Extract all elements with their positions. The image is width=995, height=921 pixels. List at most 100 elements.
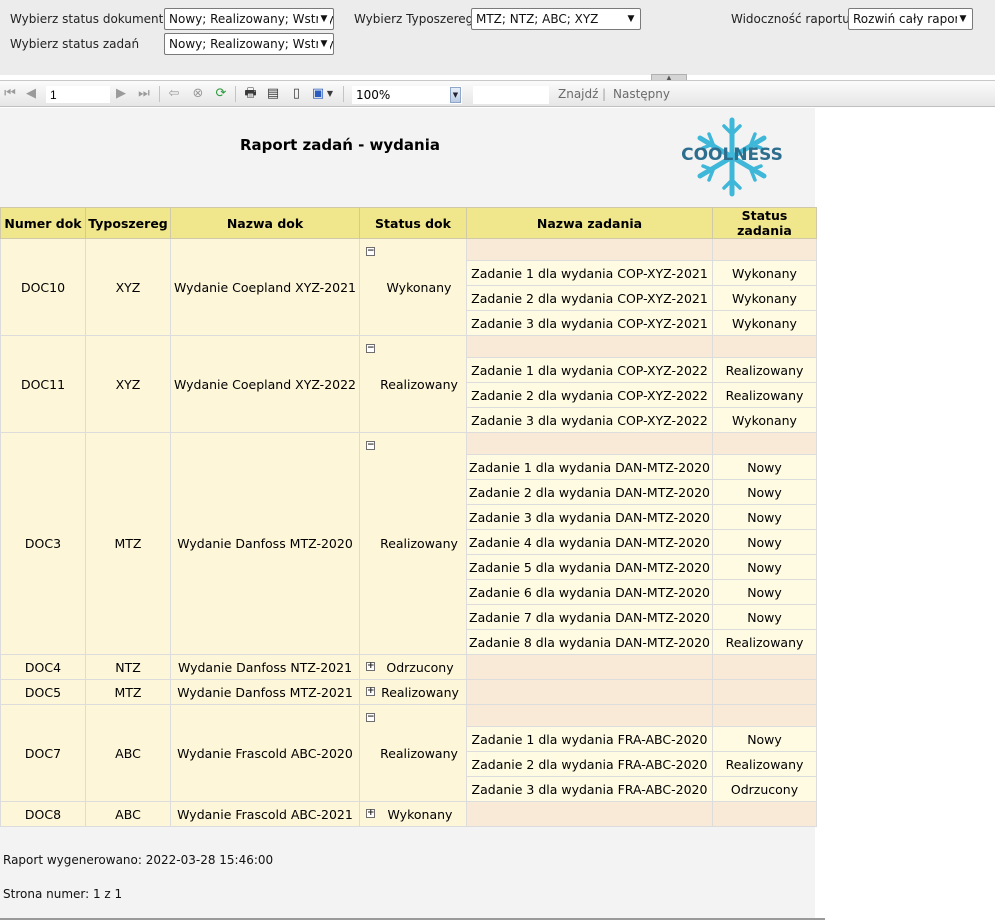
task-status-cell: Realizowany — [712, 629, 817, 655]
next-link[interactable]: Następny — [613, 86, 670, 102]
toolbar-divider — [343, 86, 344, 102]
collapse-toggle-icon[interactable]: − — [366, 247, 375, 256]
previous-page-icon[interactable]: ◀ — [24, 85, 38, 103]
collapse-toggle-icon[interactable]: − — [366, 441, 375, 450]
table-row: DOC5 MTZ Wydanie Danfoss MTZ-2021 + Real… — [0, 679, 817, 705]
parameter-area: Wybierz status dokumentu Nowy; Realizowa… — [0, 0, 995, 75]
doc-series-cell: ABC — [85, 704, 171, 802]
col-header-series[interactable]: Typoszereg — [85, 207, 171, 239]
task-status-cell: Nowy — [712, 554, 817, 580]
task-name-cell: Zadanie 4 dla wydania DAN-MTZ-2020 — [466, 529, 713, 555]
task-status-cell: Nowy — [712, 529, 817, 555]
chevron-down-icon[interactable]: ▼ — [326, 85, 334, 103]
toolbar-link-separator: | — [602, 87, 607, 101]
doc-status-text: Wykonany — [386, 279, 452, 295]
doc-status-text: Wykonany — [387, 806, 453, 822]
doc-name-cell: Wydanie Coepland XYZ-2022 — [170, 335, 360, 433]
zoom-dropdown[interactable]: 100% ▼ — [352, 86, 462, 104]
col-header-task-status[interactable]: Status zadania — [712, 207, 817, 239]
task-status-cell: Odrzucony — [712, 776, 817, 802]
series-value: MTZ; NTZ; ABC; XYZ — [476, 12, 599, 26]
task-name-cell: Zadanie 1 dla wydania COP-XYZ-2022 — [466, 357, 713, 383]
task-status-cell — [712, 432, 817, 455]
collapse-toggle-icon[interactable]: − — [366, 344, 375, 353]
task-name-cell — [466, 335, 713, 358]
col-header-doc-status[interactable]: Status dok — [359, 207, 467, 239]
chevron-down-icon: ▼ — [957, 9, 969, 29]
task-name-cell: Zadanie 3 dla wydania DAN-MTZ-2020 — [466, 504, 713, 530]
report-title: Raport zadań - wydania — [239, 136, 440, 154]
col-header-doc-name[interactable]: Nazwa dok — [170, 207, 360, 239]
task-status-cell: Realizowany — [712, 751, 817, 777]
doc-name-cell: Wydanie Frascold ABC-2020 — [170, 704, 360, 802]
task-status-cell: Nowy — [712, 479, 817, 505]
task-status-cell — [712, 801, 817, 827]
export-icon[interactable]: ▣ — [311, 85, 325, 103]
doc-status-cell: − Wykonany — [359, 238, 467, 336]
task-status-dropdown[interactable]: Nowy; Realizowany; Wstrzymany ▼ — [164, 33, 334, 55]
chevron-down-icon: ▼ — [318, 34, 330, 54]
col-header-doc-number[interactable]: Numer dok — [0, 207, 86, 239]
last-page-icon[interactable]: ⏭ — [137, 85, 151, 103]
expand-toggle-icon[interactable]: + — [366, 687, 375, 696]
task-status-cell: Nowy — [712, 579, 817, 605]
print-layout-icon[interactable]: ▤ — [265, 85, 281, 103]
task-name-cell: Zadanie 2 dla wydania DAN-MTZ-2020 — [466, 479, 713, 505]
doc-status-cell: − Realizowany — [359, 335, 467, 433]
print-icon[interactable]: 🖶 — [242, 85, 259, 103]
page-setup-icon[interactable]: ▯ — [288, 85, 305, 103]
find-input[interactable] — [473, 86, 549, 104]
task-status-label: Wybierz status zadań — [10, 37, 140, 51]
task-status-cell: Realizowany — [712, 382, 817, 408]
collapse-toggle-icon[interactable]: − — [366, 713, 375, 722]
first-page-icon[interactable]: ⏮ — [3, 85, 17, 103]
task-status-cell — [712, 679, 817, 705]
col-header-task-name[interactable]: Nazwa zadania — [466, 207, 713, 239]
task-status-cell: Nowy — [712, 726, 817, 752]
back-icon[interactable]: ⇦ — [166, 85, 182, 103]
task-status-cell — [712, 654, 817, 680]
task-name-cell — [466, 704, 713, 727]
find-link[interactable]: Znajdź — [558, 86, 598, 102]
table-row: DOC8 ABC Wydanie Frascold ABC-2021 + Wyk… — [0, 801, 817, 827]
series-dropdown[interactable]: MTZ; NTZ; ABC; XYZ ▼ — [471, 8, 641, 30]
visibility-value: Rozwiń cały raport — [853, 12, 965, 26]
doc-status-dropdown[interactable]: Nowy; Realizowany; Wstrzymany ▼ — [164, 8, 334, 30]
task-name-cell: Zadanie 3 dla wydania FRA-ABC-2020 — [466, 776, 713, 802]
generated-timestamp: Raport wygenerowano: 2022-03-28 15:46:00 — [3, 853, 274, 867]
doc-number-cell: DOC5 — [0, 679, 86, 705]
task-name-cell — [466, 679, 713, 705]
task-status-cell: Nowy — [712, 454, 817, 480]
report-table: Numer dok Typoszereg Nazwa dok Status do… — [0, 207, 817, 827]
next-page-icon[interactable]: ▶ — [114, 85, 128, 103]
chevron-down-icon: ▼ — [450, 87, 461, 103]
stop-icon[interactable]: ⊗ — [190, 85, 206, 103]
doc-series-cell: XYZ — [85, 238, 171, 336]
doc-status-label: Wybierz status dokumentu — [10, 12, 171, 26]
expand-toggle-icon[interactable]: + — [366, 662, 375, 671]
chevron-down-icon: ▼ — [318, 9, 330, 29]
table-row: DOC7 ABC Wydanie Frascold ABC-2020 − Rea… — [0, 704, 817, 802]
toolbar-divider — [235, 86, 236, 102]
table-row: DOC3 MTZ Wydanie Danfoss MTZ-2020 − Real… — [0, 432, 817, 655]
report-toolbar: ⏮ ◀ ▶ ⏭ ⇦ ⊗ ⟳ 🖶 ▤ ▯ ▣ ▼ 100% ▼ Znajdź | … — [0, 80, 995, 107]
doc-status-text: Realizowany — [380, 536, 458, 551]
task-status-cell: Realizowany — [712, 357, 817, 383]
doc-name-cell: Wydanie Danfoss MTZ-2021 — [170, 679, 360, 705]
task-status-cell — [712, 704, 817, 727]
refresh-icon[interactable]: ⟳ — [213, 85, 229, 103]
task-name-cell: Zadanie 2 dla wydania COP-XYZ-2021 — [466, 285, 713, 311]
task-name-cell: Zadanie 5 dla wydania DAN-MTZ-2020 — [466, 554, 713, 580]
doc-status-cell: − Realizowany — [359, 704, 467, 802]
task-name-cell: Zadanie 8 dla wydania DAN-MTZ-2020 — [466, 629, 713, 655]
doc-status-cell: + Odrzucony — [359, 654, 467, 680]
task-status-cell — [712, 238, 817, 261]
page-number-input[interactable] — [46, 86, 110, 103]
doc-number-cell: DOC10 — [0, 238, 86, 336]
task-status-cell: Nowy — [712, 504, 817, 530]
visibility-label: Widoczność raportu — [731, 12, 850, 26]
visibility-dropdown[interactable]: Rozwiń cały raport ▼ — [848, 8, 973, 30]
doc-status-text: Realizowany — [380, 745, 458, 761]
task-name-cell: Zadanie 3 dla wydania COP-XYZ-2021 — [466, 310, 713, 336]
expand-toggle-icon[interactable]: + — [366, 809, 375, 818]
